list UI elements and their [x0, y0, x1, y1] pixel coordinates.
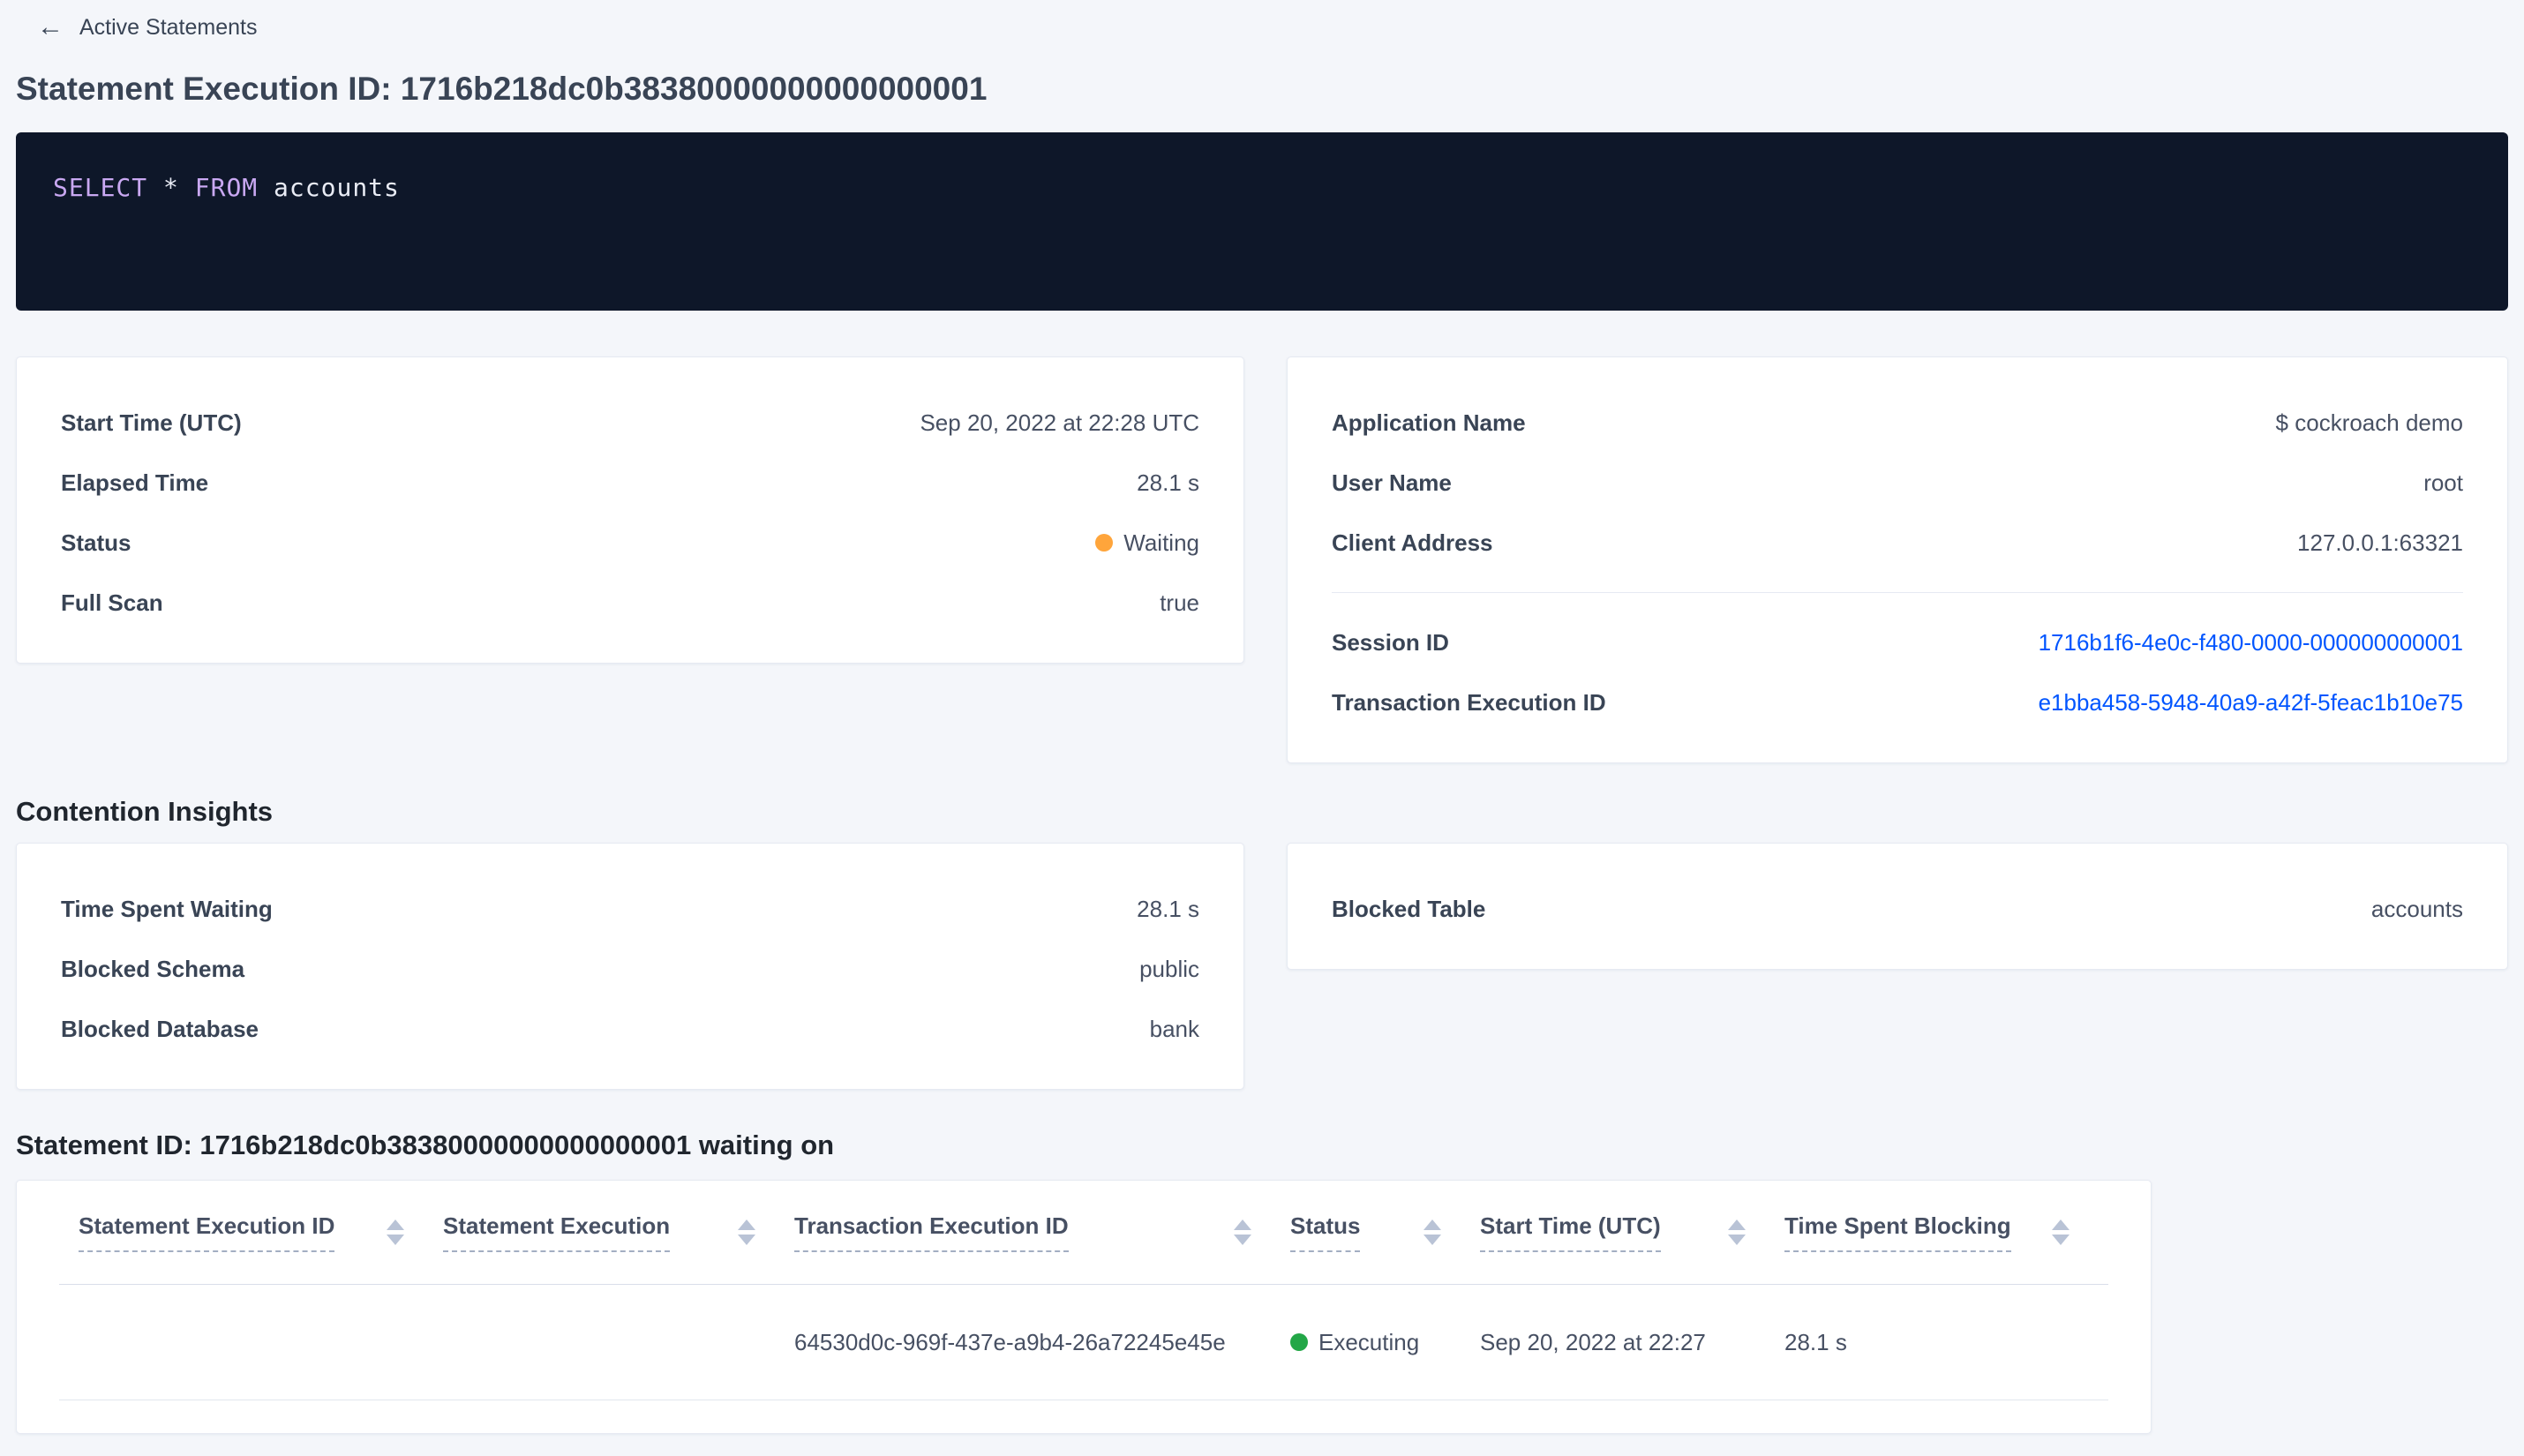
table-row: 64530d0c-969f-437e-a9b4-26a72245e45e Exe… — [59, 1285, 2108, 1400]
sort-icon[interactable] — [1728, 1220, 1746, 1245]
user-name-row: User Name root — [1332, 465, 2463, 500]
blocked-table-card: Blocked Table accounts — [1287, 843, 2508, 970]
session-details-card: Application Name $ cockroach demo User N… — [1287, 356, 2508, 763]
time-spent-waiting-label: Time Spent Waiting — [61, 896, 273, 922]
elapsed-time-label: Elapsed Time — [61, 469, 209, 496]
back-link-active-statements[interactable]: ← Active Statements — [16, 9, 257, 41]
sort-icon[interactable] — [1424, 1220, 1441, 1245]
application-name-label: Application Name — [1332, 409, 1526, 436]
waiting-on-table: Statement Execution ID Statement Executi… — [16, 1180, 2152, 1434]
full-scan-value: true — [1160, 589, 1199, 616]
start-time-row: Start Time (UTC) Sep 20, 2022 at 22:28 U… — [61, 405, 1199, 440]
back-arrow-icon: ← — [37, 12, 64, 41]
column-header-start-time[interactable]: Start Time (UTC) — [1480, 1212, 1784, 1252]
column-header-label: Transaction Execution ID — [794, 1212, 1069, 1252]
execution-details-card: Start Time (UTC) Sep 20, 2022 at 22:28 U… — [16, 356, 1244, 664]
sort-icon[interactable] — [387, 1220, 404, 1245]
session-id-label: Session ID — [1332, 629, 1449, 656]
elapsed-time-value: 28.1 s — [1137, 469, 1199, 496]
sort-icon[interactable] — [738, 1220, 755, 1245]
cell-time-spent-blocking: 28.1 s — [1784, 1328, 1847, 1355]
time-spent-waiting-row: Time Spent Waiting 28.1 s — [61, 891, 1199, 927]
transaction-execution-id-link[interactable]: e1bba458-5948-40a9-a42f-5feac1b10e75 — [2039, 685, 2463, 720]
sort-icon[interactable] — [1234, 1220, 1251, 1245]
user-name-value: root — [2423, 469, 2463, 496]
card-divider — [1332, 592, 2463, 593]
application-name-value: $ cockroach demo — [2275, 409, 2463, 436]
column-header-status[interactable]: Status — [1290, 1212, 1480, 1252]
column-header-transaction-execution-id[interactable]: Transaction Execution ID — [794, 1212, 1290, 1252]
blocked-schema-label: Blocked Schema — [61, 956, 245, 982]
sql-star: * — [163, 173, 179, 202]
sql-statement-box: SELECT * FROM accounts — [16, 132, 2508, 311]
blocked-table-label: Blocked Table — [1332, 896, 1486, 922]
blocked-database-label: Blocked Database — [61, 1016, 259, 1042]
client-address-label: Client Address — [1332, 529, 1493, 556]
start-time-value: Sep 20, 2022 at 22:28 UTC — [920, 409, 1199, 436]
status-executing-dot-icon — [1290, 1333, 1308, 1351]
blocked-table-row: Blocked Table accounts — [1332, 891, 2463, 927]
status-value: Waiting — [1123, 529, 1199, 556]
blocked-table-value: accounts — [2370, 896, 2463, 922]
sql-keyword-select: SELECT — [53, 173, 148, 202]
blocked-schema-value: public — [1139, 956, 1199, 982]
client-address-value: 127.0.0.1:63321 — [2297, 529, 2463, 556]
cell-transaction-execution-id: 64530d0c-969f-437e-a9b4-26a72245e45e — [794, 1328, 1226, 1355]
cell-start-time: Sep 20, 2022 at 22:27 — [1480, 1328, 1706, 1355]
column-header-statement-execution[interactable]: Statement Execution — [443, 1212, 794, 1252]
statement-execution-page: ← Active Statements Statement Execution … — [0, 0, 2524, 1456]
blocked-database-value: bank — [1149, 1016, 1199, 1042]
back-link-label: Active Statements — [79, 14, 258, 40]
column-header-label: Statement Execution — [443, 1212, 671, 1252]
status-row: Status Waiting — [61, 525, 1199, 560]
client-address-row: Client Address 127.0.0.1:63321 — [1332, 525, 2463, 560]
column-header-label: Time Spent Blocking — [1784, 1212, 2011, 1252]
sql-keyword-from: FROM — [194, 173, 259, 202]
table-header-row: Statement Execution ID Statement Executi… — [59, 1181, 2108, 1285]
sql-table-name: accounts — [274, 173, 400, 202]
contention-cards-row: Time Spent Waiting 28.1 s Blocked Schema… — [16, 843, 2508, 1090]
status-label: Status — [61, 529, 131, 556]
transaction-execution-id-row: Transaction Execution ID e1bba458-5948-4… — [1332, 685, 2463, 720]
cell-status: Executing — [1290, 1329, 1480, 1356]
status-waiting-dot-icon — [1095, 534, 1114, 552]
column-header-statement-execution-id[interactable]: Statement Execution ID — [59, 1212, 443, 1252]
elapsed-time-row: Elapsed Time 28.1 s — [61, 465, 1199, 500]
waiting-on-heading: Statement ID: 1716b218dc0b38380000000000… — [16, 1130, 835, 1160]
contention-details-card: Time Spent Waiting 28.1 s Blocked Schema… — [16, 843, 1244, 1090]
cell-status-text: Executing — [1318, 1328, 1420, 1355]
start-time-label: Start Time (UTC) — [61, 409, 242, 436]
blocked-schema-row: Blocked Schema public — [61, 951, 1199, 987]
full-scan-label: Full Scan — [61, 589, 163, 616]
user-name-label: User Name — [1332, 469, 1452, 496]
page-title: Statement Execution ID: 1716b218dc0b3838… — [16, 71, 988, 107]
column-header-time-spent-blocking[interactable]: Time Spent Blocking — [1784, 1212, 2108, 1252]
contention-insights-heading: Contention Insights — [16, 796, 274, 827]
details-cards-row: Start Time (UTC) Sep 20, 2022 at 22:28 U… — [16, 356, 2508, 763]
time-spent-waiting-value: 28.1 s — [1137, 896, 1199, 922]
application-name-row: Application Name $ cockroach demo — [1332, 405, 2463, 440]
session-id-link[interactable]: 1716b1f6-4e0c-f480-0000-000000000001 — [2039, 625, 2463, 660]
session-id-row: Session ID 1716b1f6-4e0c-f480-0000-00000… — [1332, 625, 2463, 660]
column-header-label: Status — [1290, 1212, 1361, 1252]
sort-icon[interactable] — [2052, 1220, 2070, 1245]
full-scan-row: Full Scan true — [61, 585, 1199, 620]
column-header-label: Statement Execution ID — [79, 1212, 335, 1252]
column-header-label: Start Time (UTC) — [1480, 1212, 1661, 1252]
blocked-database-row: Blocked Database bank — [61, 1011, 1199, 1047]
status-value-group: Waiting — [1095, 525, 1199, 560]
transaction-execution-id-label: Transaction Execution ID — [1332, 689, 1606, 716]
